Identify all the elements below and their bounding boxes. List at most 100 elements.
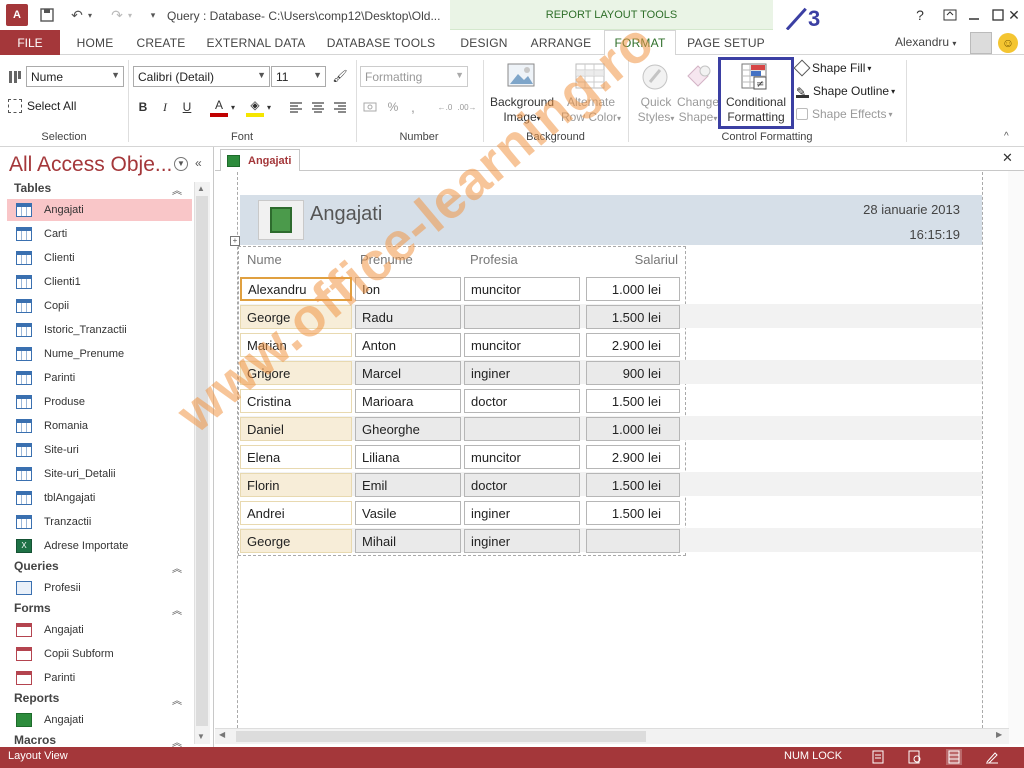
minimize-icon[interactable] [962, 4, 986, 26]
close-window-icon[interactable]: ✕ [1002, 4, 1024, 26]
column-header-profesia[interactable]: Profesia [470, 252, 518, 267]
table-cell-prenume[interactable]: Marcel [355, 361, 461, 385]
table-cell-profesia[interactable]: inginer [464, 361, 580, 385]
number-format-combo[interactable]: Formatting ▼ [360, 66, 468, 87]
align-center-icon[interactable] [309, 98, 327, 116]
layout-selector-icon[interactable]: + [230, 236, 240, 246]
table-cell-nume[interactable]: Andrei [240, 501, 352, 525]
table-cell-nume[interactable]: Florin [240, 473, 352, 497]
table-cell-prenume[interactable]: Emil [355, 473, 461, 497]
nav-group-collapse-icon[interactable]: ︽ [172, 560, 182, 575]
table-cell-profesia[interactable]: inginer [464, 529, 580, 553]
underline-button[interactable]: U [178, 98, 196, 116]
decrease-decimals-icon[interactable]: .00→ [457, 98, 476, 116]
nav-group-collapse-icon[interactable]: ︽ [172, 692, 182, 707]
nav-group-collapse-icon[interactable]: ︽ [172, 602, 182, 617]
nav-scroll-up-icon[interactable]: ▲ [197, 184, 205, 193]
table-cell-prenume[interactable]: Vasile [355, 501, 461, 525]
table-cell-nume[interactable]: George [240, 529, 352, 553]
table-cell-salariul[interactable]: 1.500 lei [586, 389, 680, 413]
nav-group-collapse-icon[interactable]: ︽ [172, 182, 182, 197]
percent-button[interactable]: % [384, 98, 402, 116]
smiley-feedback-icon[interactable]: ☺ [998, 33, 1018, 53]
nav-group-forms[interactable]: Forms [14, 601, 51, 615]
report-time[interactable]: 16:15:19 [800, 227, 960, 242]
nav-item-form-angajati[interactable]: Angajati [7, 619, 192, 641]
table-cell-salariul[interactable] [586, 529, 680, 553]
nav-item-table-carti[interactable]: Carti [7, 223, 192, 245]
nav-scroll-down-icon[interactable]: ▼ [197, 732, 205, 741]
nav-group-macros[interactable]: Macros [14, 733, 56, 747]
scroll-left-icon[interactable]: ◀ [219, 730, 225, 739]
scroll-right-icon[interactable]: ▶ [996, 730, 1002, 739]
nav-scrollbar-thumb[interactable] [196, 196, 208, 726]
nav-item-table-istoric-tranzactii[interactable]: Istoric_Tranzactii [7, 319, 192, 341]
shape-fill-button[interactable]: Shape Fill ▾ [793, 59, 871, 77]
font-color-button[interactable]: A [210, 97, 228, 117]
tab-page-setup[interactable]: PAGE SETUP [682, 30, 770, 55]
customize-qat-icon[interactable]: ▾ [142, 5, 164, 25]
font-family-combo[interactable]: Calibri (Detail) ▼ [133, 66, 270, 87]
table-cell-salariul[interactable]: 1.500 lei [586, 305, 680, 329]
table-cell-salariul[interactable]: 1.500 lei [586, 501, 680, 525]
nav-group-reports[interactable]: Reports [14, 691, 59, 705]
table-cell-profesia[interactable]: doctor [464, 473, 580, 497]
collapse-ribbon-icon[interactable]: ^ [1004, 131, 1009, 142]
access-app-icon[interactable]: A [6, 4, 28, 26]
table-cell-profesia[interactable]: muncitor [464, 333, 580, 357]
table-cell-profesia[interactable]: muncitor [464, 277, 580, 301]
background-image-icon[interactable] [506, 62, 536, 90]
font-size-combo[interactable]: 11 ▼ [271, 66, 326, 87]
tab-external-data[interactable]: EXTERNAL DATA [198, 30, 314, 55]
quick-styles-button[interactable]: Quick Styles▾ [634, 95, 678, 126]
table-cell-salariul[interactable]: 2.900 lei [586, 445, 680, 469]
font-color-dropdown-icon[interactable]: ▾ [228, 98, 238, 116]
table-cell-profesia[interactable]: muncitor [464, 445, 580, 469]
table-cell-profesia[interactable]: inginer [464, 501, 580, 525]
tab-database-tools[interactable]: DATABASE TOOLS [320, 30, 442, 55]
currency-icon[interactable] [362, 98, 380, 116]
nav-item-table-angajati[interactable]: Angajati [7, 199, 192, 221]
nav-item-table-clienti1[interactable]: Clienti1 [7, 271, 192, 293]
table-cell-prenume[interactable]: Anton [355, 333, 461, 357]
nav-item-table-site-uri-detalii[interactable]: Site-uri_Detalii [7, 463, 192, 485]
user-name[interactable]: Alexandru ▾ [895, 35, 956, 49]
table-cell-prenume[interactable]: Radu [355, 305, 461, 329]
nav-item-form-copii-subform[interactable]: Copii Subform [7, 643, 192, 665]
tab-home[interactable]: HOME [66, 30, 124, 55]
bold-button[interactable]: B [134, 98, 152, 116]
nav-item-table-copii[interactable]: Copii [7, 295, 192, 317]
undo-dropdown-icon[interactable]: ▾ [84, 5, 96, 25]
column-header-nume[interactable]: Nume [247, 252, 282, 267]
change-shape-button[interactable]: Change Shape▾ [676, 95, 720, 126]
print-preview-icon[interactable] [907, 749, 923, 765]
tab-create[interactable]: CREATE [130, 30, 192, 55]
align-right-icon[interactable] [331, 98, 349, 116]
tab-file[interactable]: FILE [0, 30, 60, 55]
table-cell-prenume[interactable]: Liliana [355, 445, 461, 469]
object-selector-combo[interactable]: Nume ▼ [26, 66, 124, 87]
nav-group-queries[interactable]: Queries [14, 559, 59, 573]
report-date[interactable]: 28 ianuarie 2013 [800, 202, 960, 217]
nav-item-table-site-uri[interactable]: Site-uri [7, 439, 192, 461]
table-cell-profesia[interactable] [464, 305, 580, 329]
table-cell-nume[interactable]: Elena [240, 445, 352, 469]
redo-dropdown-icon[interactable]: ▾ [124, 5, 136, 25]
format-painter-icon[interactable]: 🖌 [331, 67, 349, 85]
save-icon[interactable] [36, 5, 58, 25]
table-cell-nume[interactable]: Daniel [240, 417, 352, 441]
table-cell-salariul[interactable]: 1.000 lei [586, 417, 680, 441]
report-view-icon[interactable] [870, 749, 886, 765]
table-cell-profesia[interactable] [464, 417, 580, 441]
tab-design[interactable]: DESIGN [454, 30, 514, 55]
close-document-icon[interactable]: ✕ [1002, 150, 1013, 166]
fill-color-dropdown-icon[interactable]: ▾ [264, 98, 274, 116]
report-logo[interactable] [258, 200, 304, 240]
table-cell-salariul[interactable]: 2.900 lei [586, 333, 680, 357]
nav-menu-dropdown-icon[interactable]: ▼ [174, 157, 188, 171]
ribbon-display-icon[interactable] [938, 4, 962, 26]
layout-view-icon[interactable] [946, 749, 962, 765]
avatar[interactable] [970, 32, 992, 54]
nav-item-table-parinti[interactable]: Parinti [7, 367, 192, 389]
table-cell-prenume[interactable]: Marioara [355, 389, 461, 413]
